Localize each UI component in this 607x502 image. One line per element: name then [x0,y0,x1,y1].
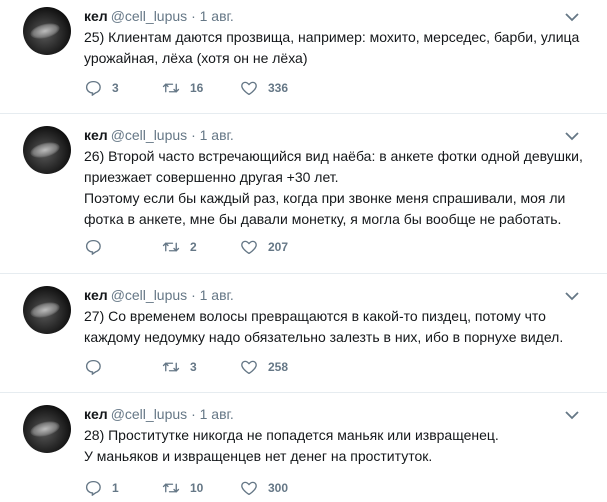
tweet-header: кел @cell_lupus · 1 авг. [84,7,234,25]
author-name[interactable]: кел [84,406,108,422]
like-count: 258 [268,360,289,374]
tweet-date[interactable]: 1 авг. [200,287,234,303]
retweet-count: 3 [190,360,197,374]
avatar[interactable] [23,126,71,174]
retweet-button[interactable]: 16 [162,78,203,98]
tweet-actions: 2 207 [84,237,384,257]
retweet-count: 16 [190,81,204,95]
retweet-button[interactable]: 2 [162,237,197,257]
tweet-card[interactable]: кел @cell_lupus · 1 авг. 26) Второй часто… [0,119,607,274]
separator-dot: · [191,287,196,303]
tweet-text-line: У маньяков и извращенцев нет денег на пр… [84,448,433,464]
reply-icon [85,239,101,255]
reply-icon [85,80,101,96]
like-button[interactable]: 300 [240,478,288,498]
retweet-button[interactable]: 10 [162,478,203,498]
chevron-down-icon[interactable] [565,288,579,301]
retweet-icon [162,242,180,252]
reply-count: 3 [112,81,119,95]
tweet-text: 25) Клиентам даются прозвища, например: … [84,27,589,69]
heart-icon [241,481,257,496]
retweet-button[interactable]: 3 [162,357,197,377]
tweet-text-line: 26) Второй часто встречающийся вид наёба… [84,148,583,185]
avatar[interactable] [23,286,71,334]
retweet-count: 2 [190,240,197,254]
tweet-header: кел @cell_lupus · 1 авг. [84,405,234,423]
tweet-card[interactable]: кел @cell_lupus · 1 авг. 28) Проститутке … [0,398,607,502]
like-button[interactable]: 336 [240,78,288,98]
author-name[interactable]: кел [84,8,108,24]
author-name[interactable]: кел [84,287,108,303]
reply-icon [85,359,101,375]
heart-icon [241,240,257,255]
author-handle[interactable]: @cell_lupus [111,287,187,303]
author-handle[interactable]: @cell_lupus [111,406,187,422]
tweet-card[interactable]: кел @cell_lupus · 1 авг. 27) Со временем … [0,279,607,393]
retweet-icon [162,83,180,93]
heart-icon [241,360,257,375]
reply-icon [85,480,101,496]
tweet-actions: 1 10 300 [84,478,384,498]
tweet-text-line: Поэтому если бы каждый раз, когда при зв… [84,190,566,227]
reply-button[interactable] [84,237,112,257]
like-button[interactable]: 258 [240,357,288,377]
avatar[interactable] [23,7,71,55]
tweet-text: 27) Со временем волосы превращаются в ка… [84,306,589,348]
retweet-icon [162,483,180,493]
tweet-header: кел @cell_lupus · 1 авг. [84,286,234,304]
like-button[interactable]: 207 [240,237,288,257]
retweet-count: 10 [190,481,204,495]
author-handle[interactable]: @cell_lupus [111,127,187,143]
chevron-down-icon[interactable] [565,9,579,22]
author-handle[interactable]: @cell_lupus [111,8,187,24]
tweet-text-line: 27) Со временем волосы превращаются в ка… [84,308,564,345]
chevron-down-icon[interactable] [565,407,579,420]
heart-icon [241,81,257,96]
tweet-date[interactable]: 1 авг. [200,406,234,422]
tweet-actions: 3 258 [84,357,384,377]
reply-count: 1 [112,481,119,495]
tweet-date[interactable]: 1 авг. [200,8,234,24]
tweet-date[interactable]: 1 авг. [200,127,234,143]
tweet-text: 28) Проститутке никогда не попадется ман… [84,425,589,467]
tweet-text: 26) Второй часто встречающийся вид наёба… [84,146,589,230]
tweet-feed: кел @cell_lupus · 1 авг. 25) Клиентам даю… [0,0,607,502]
like-count: 207 [268,240,289,254]
separator-dot: · [191,127,196,143]
separator-dot: · [191,406,196,422]
reply-button[interactable] [84,357,112,377]
tweet-card[interactable]: кел @cell_lupus · 1 авг. 25) Клиентам даю… [0,0,607,114]
tweet-header: кел @cell_lupus · 1 авг. [84,126,234,144]
author-name[interactable]: кел [84,127,108,143]
like-count: 300 [268,481,289,495]
avatar[interactable] [23,405,71,453]
reply-button[interactable]: 1 [84,478,119,498]
chevron-down-icon[interactable] [565,128,579,141]
separator-dot: · [191,8,196,24]
like-count: 336 [268,81,289,95]
retweet-icon [162,362,180,372]
tweet-text-line: 25) Клиентам даются прозвища, например: … [84,29,580,66]
reply-button[interactable]: 3 [84,78,119,98]
tweet-actions: 3 16 336 [84,78,384,98]
tweet-text-line: 28) Проститутке никогда не попадется ман… [84,427,499,443]
